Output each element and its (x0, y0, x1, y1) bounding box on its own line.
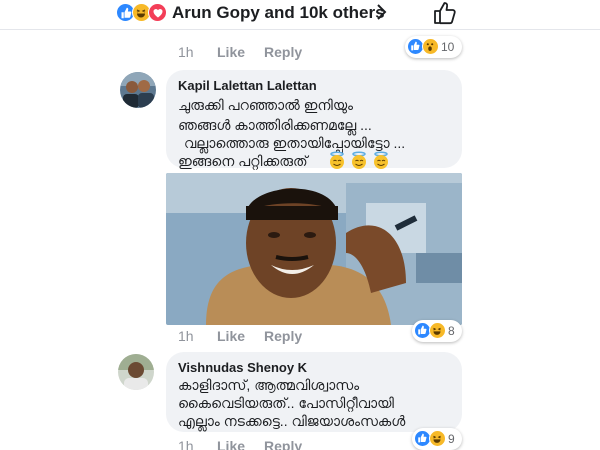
comment-reaction-count[interactable]: 10 (405, 36, 462, 58)
comment-text-line: എല്ലാം നടക്കട്ടെ.. വിജയാശംസകൾ (178, 413, 406, 429)
comment-text-line: വല്ലാത്തൊരു ഇതായിപ്പോയിട്ടോ ... (184, 135, 406, 151)
wow-reaction-icon (422, 38, 439, 55)
comment-timestamp[interactable]: 1h (178, 44, 194, 60)
comment-actions: 1h Like Reply (0, 328, 600, 350)
comment-actions: 1h Like Reply (0, 44, 600, 66)
comment-timestamp[interactable]: 1h (178, 438, 194, 450)
like-post-button[interactable] (432, 0, 458, 31)
comment-actions: 1h Like Reply (0, 438, 600, 450)
smiling-face-with-halo-emojis (328, 151, 394, 169)
haha-reaction-icon (429, 322, 446, 339)
haha-reaction-icon (429, 430, 446, 447)
comment-reaction-count[interactable]: 8 (412, 320, 462, 342)
comment-reply-button[interactable]: Reply (264, 438, 302, 450)
comment-like-button[interactable]: Like (217, 438, 245, 450)
comment-like-button[interactable]: Like (217, 44, 245, 60)
comment-bubble: Vishnudas Shenoy K കാളിദാസ്, ആത്മവിശ്വാസ… (166, 352, 462, 432)
comment-reply-button[interactable]: Reply (264, 328, 302, 344)
chevron-right-icon[interactable] (376, 3, 388, 26)
reaction-count-text: 10 (441, 40, 455, 54)
comment-like-button[interactable]: Like (217, 328, 245, 344)
comment-text-line: കൈവെടിയരുത്.. പോസിറ്റീവായി (178, 395, 394, 411)
reaction-summary-bar[interactable]: Arun Gopy and 10k others (0, 0, 600, 30)
comment-author[interactable]: Vishnudas Shenoy K (178, 360, 307, 375)
love-reaction-icon (148, 3, 167, 22)
avatar[interactable] (118, 354, 154, 390)
comment-author[interactable]: Kapil Lalettan Lalettan (178, 78, 317, 93)
header-divider (0, 29, 600, 30)
comment-text-line: ഞങ്ങൾ കാത്തിരിക്കണമല്ലേ ... (178, 117, 372, 133)
reaction-count-text: 9 (448, 432, 455, 446)
reaction-icons[interactable] (116, 3, 172, 23)
avatar[interactable] (120, 72, 156, 108)
comment-text-line: കാളിദാസ്, ആത്മവിശ്വാസം (178, 377, 360, 393)
comment-reply-button[interactable]: Reply (264, 44, 302, 60)
comment-text-line: ചുരുക്കി പറഞ്ഞാൽ ഇനിയും (178, 97, 353, 113)
comment-timestamp[interactable]: 1h (178, 328, 194, 344)
comment-bubble: Kapil Lalettan Lalettan ചുരുക്കി പറഞ്ഞാൽ… (166, 70, 462, 169)
thumbs-up-outline-icon (434, 2, 456, 25)
reactors-summary-text[interactable]: Arun Gopy and 10k others (172, 3, 385, 23)
comment-reaction-count[interactable]: 9 (412, 428, 462, 450)
reaction-count-text: 8 (448, 324, 455, 338)
comment-text-line: ഇങ്ങനെ പറ്റിക്കരുത് (178, 153, 308, 169)
halo-emoji-icon (330, 151, 344, 169)
comment-attached-photo[interactable] (166, 173, 462, 325)
